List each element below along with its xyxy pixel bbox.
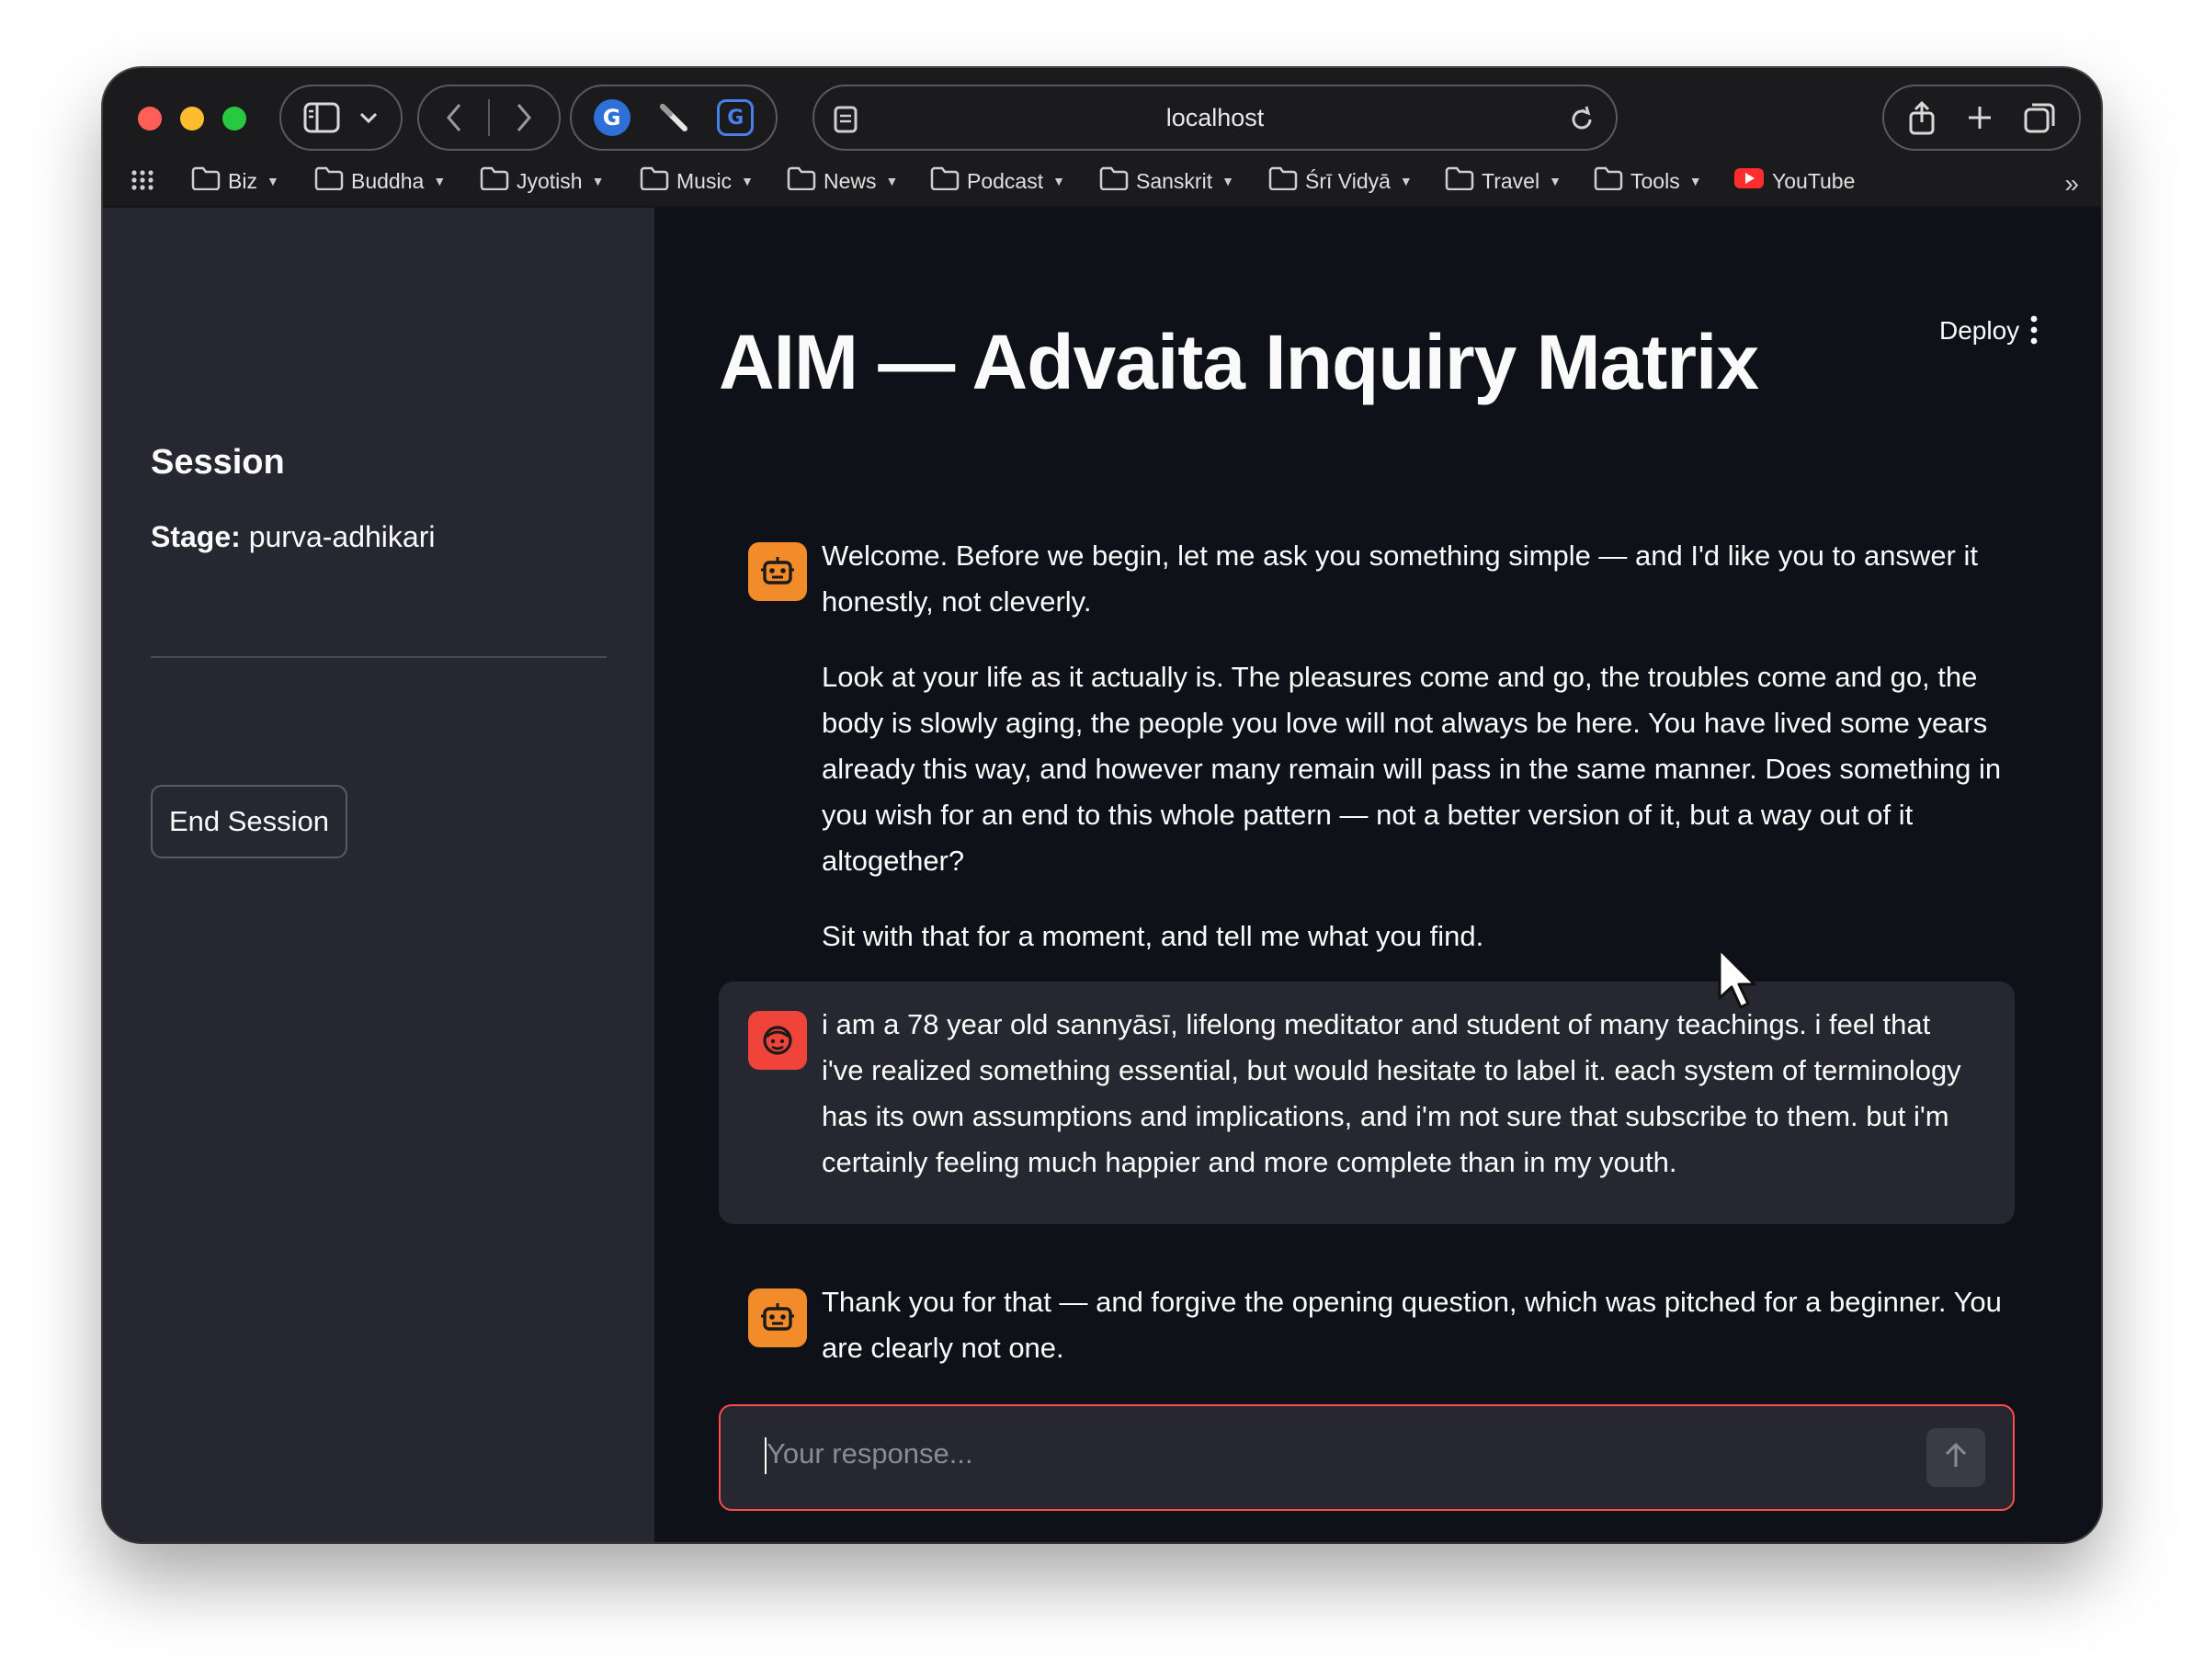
sidebar-divider [151,656,607,658]
main-content: Deploy AIM — Advaita Inquiry Matrix Welc… [654,208,2101,1542]
back-arrow-icon[interactable] [445,102,463,133]
stage-value: purva-adhikari [248,520,436,553]
more-options-icon[interactable] [2028,314,2040,350]
bookmark-label: Biz [228,168,257,193]
bookmark-label: Music [676,168,733,193]
bookmarks-bar: Biz ▼ Buddha ▼ Jyotish ▼ Music ▼ News ▼ Podca… [103,158,2101,204]
apps-grid-icon[interactable] [131,169,154,197]
end-session-button[interactable]: End Session [151,785,347,858]
folder-icon [640,166,669,196]
page-title: AIM — Advaita Inquiry Matrix [719,319,1759,405]
sidebar-toggle-group [279,85,403,151]
share-icon[interactable] [1907,100,1937,135]
app-sidebar: Session Stage: purva-adhikari End Sessio… [103,208,654,1542]
reload-icon[interactable] [1568,105,1596,139]
chevron-down-icon: ▼ [1399,174,1413,188]
youtube-icon [1733,166,1765,196]
message-paragraph: Thank you for that — and forgive the ope… [822,1286,2002,1364]
translate-extension-icon[interactable]: G [717,99,755,136]
bookmark-label: YouTube [1772,168,1856,193]
bookmark-folder-tools[interactable]: Tools ▼ [1594,158,1702,204]
mouse-cursor-icon [1717,947,1759,1016]
bookmark-label: Travel [1482,168,1540,193]
bookmark-folder-sanskrit[interactable]: Sanskrit ▼ [1099,158,1234,204]
sidebar-toggle-icon[interactable] [303,102,340,133]
assistant-message: Thank you for that — and forgive the ope… [719,1279,2015,1380]
pen-extension-icon[interactable] [655,99,692,136]
bookmark-folder-jyotish[interactable]: Jyotish ▼ [480,158,604,204]
chevron-down-icon: ▼ [433,174,447,188]
bookmark-folder-sri-vidya[interactable]: Śrī Vidyā ▼ [1268,158,1413,204]
assistant-message: Welcome. Before we begin, let me ask you… [719,533,2015,952]
user-message: i am a 78 year old sannyāsī, lifelong me… [719,982,2015,1224]
nav-divider [487,99,490,136]
chevron-down-icon: ▼ [885,174,899,188]
address-bar[interactable]: localhost [812,85,1618,151]
chevron-down-icon[interactable] [358,111,379,124]
bookmark-label: Buddha [351,168,425,193]
grammar-extension-icon[interactable]: G [593,99,631,136]
message-paragraph: Welcome. Before we begin, let me ask you… [822,539,1978,618]
bookmark-folder-travel[interactable]: Travel ▼ [1445,158,1562,204]
message-paragraph: Look at your life as it actually is. The… [822,661,2002,877]
chevron-down-icon: ▼ [1688,174,1702,188]
bookmark-folder-biz[interactable]: Biz ▼ [191,158,279,204]
tab-overview-icon[interactable] [2023,101,2056,134]
arrow-up-icon [1943,1442,1969,1474]
folder-icon [1099,166,1129,196]
bookmarks-overflow-icon[interactable]: » [2064,169,2079,199]
message-body: Welcome. Before we begin, let me ask you… [822,533,2015,959]
chevron-down-icon: ▼ [266,174,279,188]
chevron-down-icon: ▼ [591,174,605,188]
forward-arrow-icon[interactable] [515,102,533,133]
face-icon [748,1011,807,1070]
chat-input[interactable]: Your response... [719,1404,2015,1511]
folder-icon [787,166,816,196]
bookmark-youtube[interactable]: YouTube [1733,158,1855,204]
bookmark-folder-buddha[interactable]: Buddha ▼ [314,158,446,204]
folder-icon [191,166,221,196]
folder-icon [480,166,509,196]
minimize-window-button[interactable] [180,107,204,131]
chevron-down-icon: ▼ [741,174,754,188]
navigation-group [417,85,561,151]
browser-actions-group [1882,85,2081,151]
robot-icon [748,542,807,601]
extensions-group: G G [570,85,778,151]
address-text: localhost [1165,103,1265,131]
folder-icon [930,166,960,196]
bookmark-folder-news[interactable]: News ▼ [787,158,898,204]
bookmark-label: Sanskrit [1136,168,1213,193]
new-tab-icon[interactable] [1965,103,1994,132]
folder-icon [1268,166,1298,196]
zoom-window-button[interactable] [222,107,246,131]
session-stage: Stage: purva-adhikari [151,520,435,554]
chevron-down-icon: ▼ [1052,174,1065,188]
message-paragraph: Sit with that for a moment, and tell me … [822,920,1484,952]
browser-toolbar: G G localhost Biz ▼ Buddha ▼ Jyotish ▼ M… [103,68,2101,206]
send-button[interactable] [1926,1428,1985,1487]
bookmark-label: Tools [1630,168,1680,193]
robot-icon [748,1288,807,1347]
browser-window: G G localhost Biz ▼ Buddha ▼ Jyotish ▼ M… [103,68,2101,1542]
message-body: i am a 78 year old sannyāsī, lifelong me… [822,1002,1978,1186]
chat-input-placeholder: Your response... [767,1437,973,1470]
sidebar-title: Session [151,443,285,482]
folder-icon [1594,166,1623,196]
message-body: Thank you for that — and forgive the ope… [822,1279,2015,1371]
chevron-down-icon: ▼ [1549,174,1562,188]
folder-icon [314,166,344,196]
bookmark-label: Jyotish [517,168,583,193]
message-paragraph: i am a 78 year old sannyāsī, lifelong me… [822,1008,1961,1178]
bookmark-label: Śrī Vidyā [1305,168,1391,193]
bookmark-folder-podcast[interactable]: Podcast ▼ [930,158,1065,204]
close-window-button[interactable] [138,107,162,131]
chevron-down-icon: ▼ [1221,174,1234,188]
bookmark-label: Podcast [967,168,1044,193]
folder-icon [1445,166,1474,196]
bookmark-folder-music[interactable]: Music ▼ [640,158,754,204]
bookmark-label: News [824,168,877,193]
stage-label: Stage: [151,520,241,553]
deploy-button[interactable]: Deploy [1939,316,2019,346]
